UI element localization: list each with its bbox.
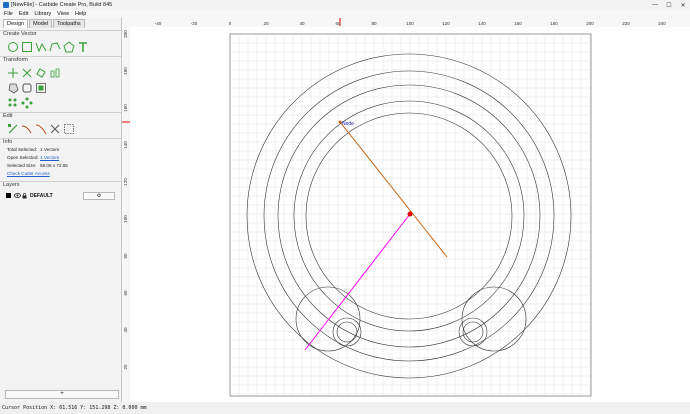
tab-toolpaths[interactable]: Toolpaths xyxy=(53,19,85,28)
add-layer-button[interactable]: + xyxy=(5,390,119,399)
transform-tools-row1 xyxy=(0,66,121,79)
lock-icon[interactable] xyxy=(22,192,27,199)
selected-node-marker[interactable] xyxy=(407,211,413,217)
scale-icon[interactable] xyxy=(21,67,33,79)
x-ruler-label: 200 xyxy=(586,21,594,26)
total-selected-row: Total Selected: 1 Vectors xyxy=(0,146,121,154)
tab-design[interactable]: Design xyxy=(3,19,29,28)
open-selected-link[interactable]: 1 Vectors xyxy=(40,154,59,162)
x-ruler-label: -40 xyxy=(155,21,162,26)
x-ruler-label: -20 xyxy=(191,21,198,26)
window-title: [NewFile] - Carbide Create Pro, Build 84… xyxy=(11,2,113,8)
menu-edit[interactable]: Edit xyxy=(19,11,28,17)
tab-model[interactable]: Model xyxy=(29,19,53,28)
layer-color-swatch[interactable] xyxy=(6,193,11,198)
circular-array-icon[interactable] xyxy=(21,97,33,109)
selected-size-row: Selected Size: 58.06 x 73.85 xyxy=(0,162,121,170)
transform-tools-row3 xyxy=(0,96,121,109)
sidebar: Design Model Toolpaths Create Vector Tra… xyxy=(0,18,122,402)
text-tool-icon[interactable] xyxy=(77,41,89,53)
canvas-svg[interactable]: -40 -20 0 20 40 60 80 100 120 140 160 180 200 220 240 … xyxy=(122,18,690,402)
rectangle-tool-icon[interactable] xyxy=(21,41,33,53)
sidebar-tabs: Design Model Toolpaths xyxy=(3,19,121,28)
x-ruler-label: 80 xyxy=(371,21,377,26)
cursor-position-readout: Cursor Position X: 61.516 Y: 151.298 Z: … xyxy=(2,405,147,411)
title-bar: [NewFile] - Carbide Create Pro, Build 84… xyxy=(0,0,690,10)
close-button[interactable]: ✕ xyxy=(676,0,690,10)
y-ruler-label: 180 xyxy=(123,67,128,75)
edit-heading: Edit xyxy=(0,112,121,120)
edit-tools xyxy=(0,122,121,135)
boolean-icon[interactable] xyxy=(63,123,75,135)
x-ruler-label: 120 xyxy=(442,21,450,26)
trim-icon[interactable] xyxy=(49,123,61,135)
maximize-button[interactable]: ☐ xyxy=(662,0,676,10)
transform-heading: Transform xyxy=(0,56,121,64)
status-bar: Cursor Position X: 61.516 Y: 151.298 Z: … xyxy=(0,402,690,414)
minimize-button[interactable]: — xyxy=(648,0,662,10)
x-ruler-label: 60 xyxy=(335,21,341,26)
transform-tools-row2 xyxy=(0,81,121,94)
y-ruler-label: 140 xyxy=(123,141,128,149)
layer-name: DEFAULT xyxy=(30,192,53,199)
total-selected-value: 1 Vectors xyxy=(40,147,60,152)
mirror-icon[interactable] xyxy=(49,67,61,79)
move-icon[interactable] xyxy=(7,67,19,79)
circle-tool-icon[interactable] xyxy=(7,41,19,53)
polygon-tool-icon[interactable] xyxy=(63,40,75,53)
inset-icon[interactable] xyxy=(35,82,47,94)
x-ruler-label: 220 xyxy=(622,21,630,26)
create-vector-tools xyxy=(0,40,121,53)
smooth-icon[interactable] xyxy=(35,123,47,135)
menu-file[interactable]: File xyxy=(4,11,13,17)
y-ruler-label: 100 xyxy=(123,215,128,223)
y-ruler-label: 160 xyxy=(123,104,128,112)
app-icon xyxy=(3,2,9,8)
curve-tool-icon[interactable] xyxy=(49,41,61,53)
menu-view[interactable]: View xyxy=(57,11,69,17)
y-ruler-label: 20 xyxy=(123,364,128,370)
fillet-icon[interactable] xyxy=(21,82,33,94)
y-ruler-label: 60 xyxy=(123,290,128,296)
total-selected-label: Total Selected: xyxy=(7,147,38,152)
layer-row[interactable]: DEFAULT ⚙ xyxy=(0,191,121,200)
y-ruler-label: 200 xyxy=(123,30,128,38)
open-selected-row: Open Selected: 1 Vectors xyxy=(0,154,121,162)
array-icon[interactable] xyxy=(7,97,19,109)
x-ruler-label: 40 xyxy=(299,21,305,26)
check-cutter-access-link[interactable]: Check Cutter Access xyxy=(7,171,50,176)
eye-icon[interactable] xyxy=(14,193,21,198)
y-ruler-label: 40 xyxy=(123,327,128,333)
info-heading: Info xyxy=(0,138,121,146)
selected-size-label: Selected Size: xyxy=(7,163,37,168)
menu-help[interactable]: Help xyxy=(75,11,86,17)
x-ruler-label: 180 xyxy=(550,21,558,26)
menu-bar: File Edit Library View Help xyxy=(0,10,690,18)
offset-icon[interactable] xyxy=(7,82,19,94)
node-label: Node xyxy=(342,121,354,127)
join-icon[interactable] xyxy=(21,123,33,135)
design-canvas[interactable]: -40 -20 0 20 40 60 80 100 120 140 160 180 200 220 240 … xyxy=(122,18,690,402)
cutter-access-row: Check Cutter Access xyxy=(0,170,121,178)
menu-library[interactable]: Library xyxy=(34,11,51,17)
open-selected-label: Open Selected: xyxy=(7,155,39,160)
y-ruler-label: 80 xyxy=(123,253,128,259)
node-edit-icon[interactable] xyxy=(7,123,19,135)
x-ruler-label: 140 xyxy=(478,21,486,26)
polyline-tool-icon[interactable] xyxy=(35,41,47,53)
create-vector-heading: Create Vector xyxy=(0,30,121,38)
rotate-icon[interactable] xyxy=(35,67,47,79)
x-ruler-label: 20 xyxy=(263,21,269,26)
selected-size-value: 58.06 x 73.85 xyxy=(40,163,68,168)
x-ruler-label: 100 xyxy=(406,21,414,26)
x-ruler-label: 160 xyxy=(514,21,522,26)
x-ruler-label: 240 xyxy=(658,21,666,26)
y-ruler-label: 120 xyxy=(123,178,128,186)
layer-settings-button[interactable]: ⚙ xyxy=(83,191,115,200)
layers-heading: Layers xyxy=(0,181,121,189)
